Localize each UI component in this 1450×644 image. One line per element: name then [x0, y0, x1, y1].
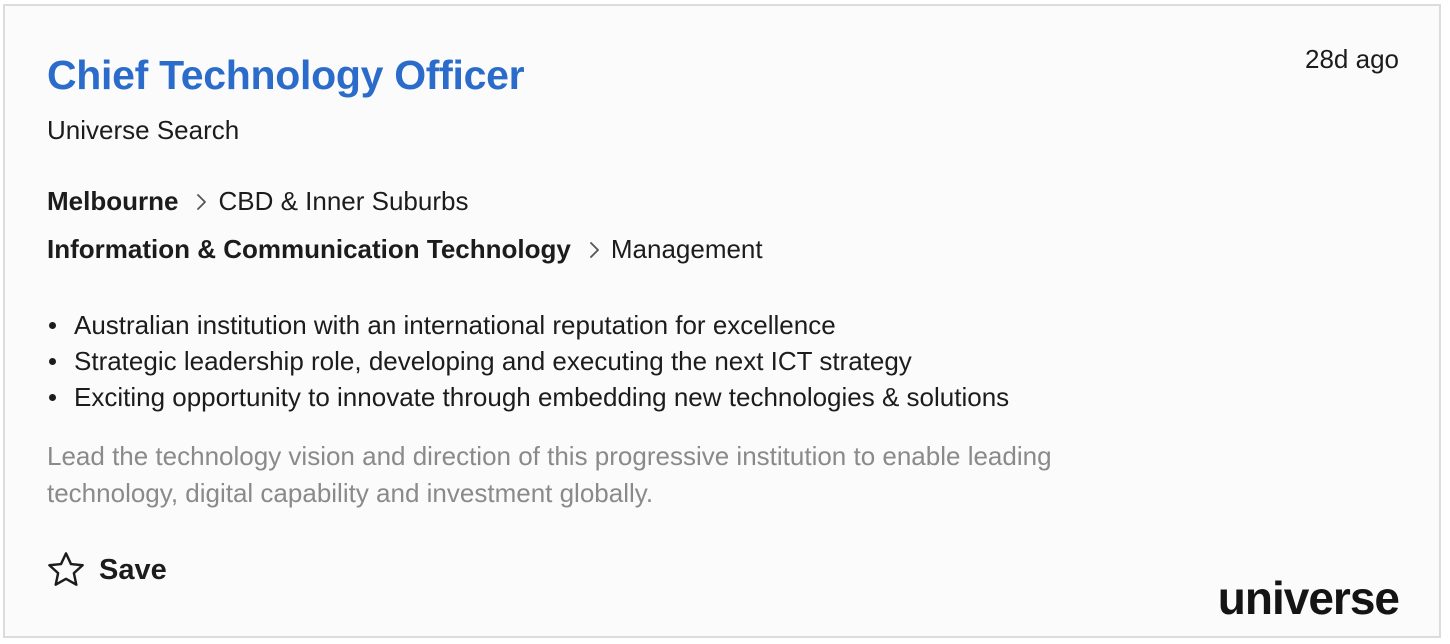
job-card[interactable]: Chief Technology Officer Universe Search…	[3, 4, 1441, 638]
posted-date: 28d ago	[1305, 44, 1399, 74]
list-item: Exciting opportunity to innovate through…	[47, 379, 1009, 415]
company-logo: universe	[1217, 572, 1400, 624]
classification-secondary-link[interactable]: Management	[611, 234, 763, 265]
bullet-dot-icon	[49, 393, 56, 401]
bullet-dot-icon	[49, 357, 56, 365]
save-job-button[interactable]: Save	[45, 549, 167, 591]
star-outline-icon	[48, 552, 84, 586]
chevron-right-icon	[589, 241, 599, 258]
location-primary-link[interactable]: Melbourne	[47, 186, 178, 217]
location-secondary-link[interactable]: CBD & Inner Suburbs	[218, 186, 468, 217]
classification-breadcrumb: Information & Communication Technology M…	[47, 234, 763, 265]
list-item: Strategic leadership role, developing an…	[47, 343, 1009, 379]
job-teaser: Lead the technology vision and direction…	[47, 441, 1052, 508]
classification-primary-link[interactable]: Information & Communication Technology	[47, 234, 571, 265]
list-item: Australian institution with an internati…	[47, 307, 1009, 343]
save-label: Save	[99, 553, 167, 586]
company-name: Universe Search	[47, 115, 240, 145]
location-breadcrumb: Melbourne CBD & Inner Suburbs	[47, 186, 468, 217]
selling-point-text: Exciting opportunity to innovate through…	[74, 381, 1010, 412]
job-title-link[interactable]: Chief Technology Officer	[47, 52, 525, 99]
selling-points-list: Australian institution with an internati…	[47, 307, 1009, 415]
selling-point-text: Australian institution with an internati…	[74, 309, 836, 340]
bullet-dot-icon	[49, 321, 56, 329]
chevron-right-icon	[197, 193, 207, 210]
selling-point-text: Strategic leadership role, developing an…	[74, 345, 912, 376]
